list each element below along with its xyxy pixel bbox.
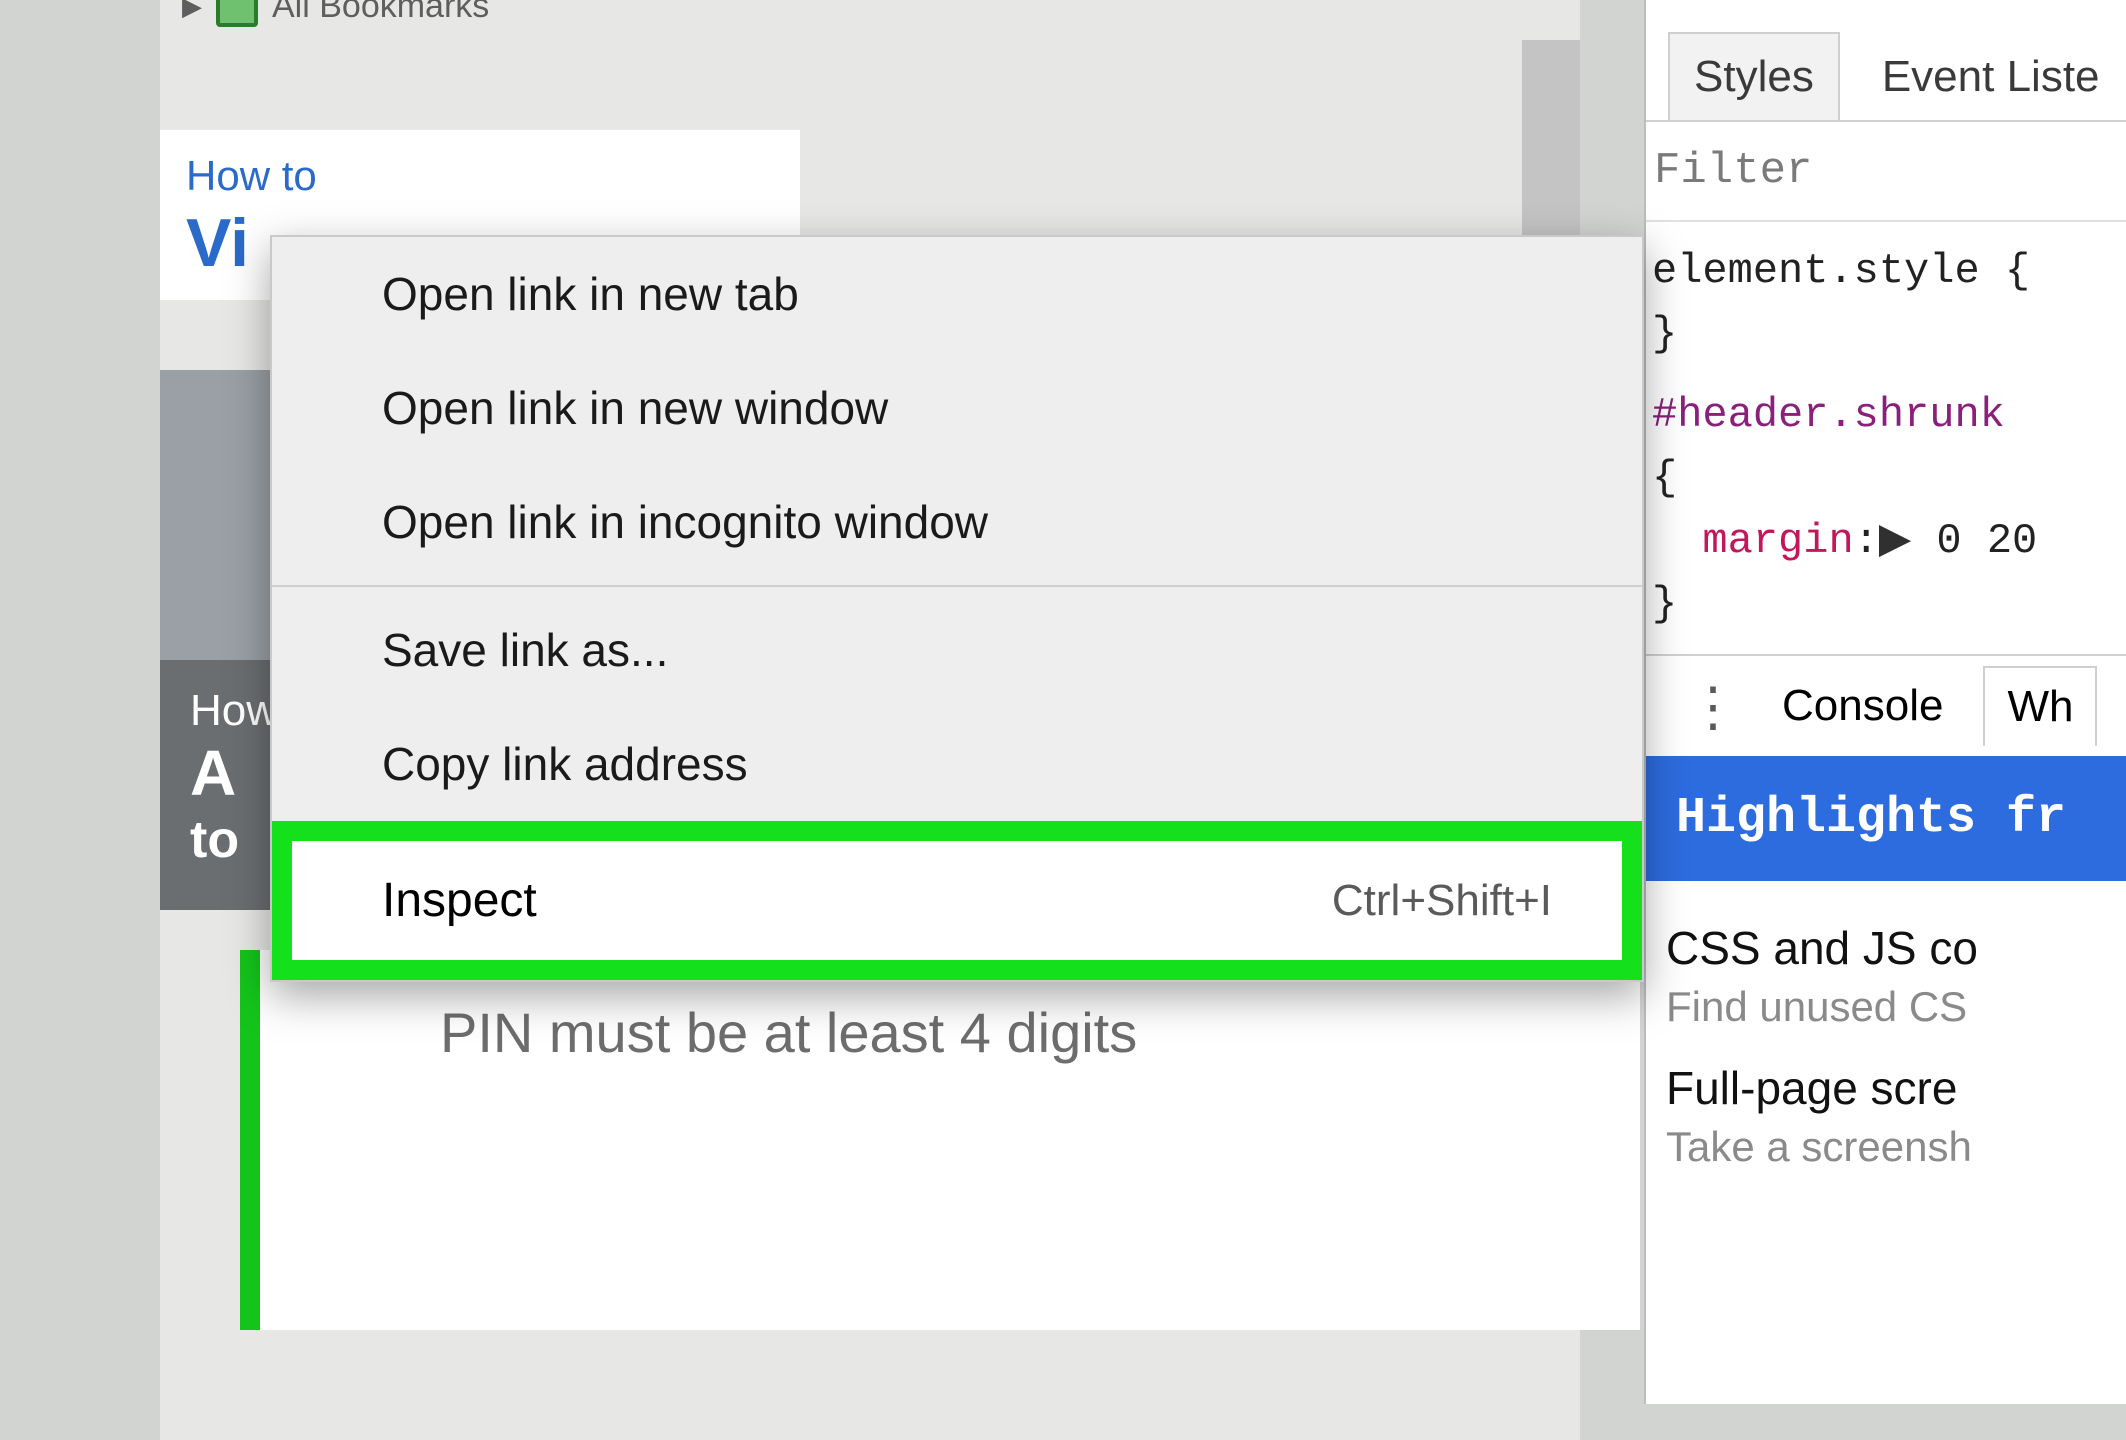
ctx-copy-link-address[interactable]: Copy link address xyxy=(272,707,1642,821)
bookmarks-bar: ▶ All Bookmarks xyxy=(160,0,822,36)
ctx-inspect[interactable]: Inspect Ctrl+Shift+I xyxy=(292,841,1622,960)
highlights-banner[interactable]: Highlights fr xyxy=(1646,756,2126,881)
ctx-save-link-as[interactable]: Save link as... xyxy=(272,593,1642,707)
ctx-open-new-window[interactable]: Open link in new window xyxy=(272,351,1642,465)
ctx-separator xyxy=(272,585,1642,587)
devtools-drawer: ⋮ Console Wh xyxy=(1646,654,2126,756)
css-rules: element.style { } #header.shrunk { margi… xyxy=(1646,222,2126,654)
css-line[interactable]: } xyxy=(1652,303,2120,366)
coverage-heading[interactable]: CSS and JS co xyxy=(1666,921,2106,975)
ctx-open-new-tab[interactable]: Open link in new tab xyxy=(272,237,1642,351)
kebab-icon[interactable]: ⋮ xyxy=(1686,675,1742,738)
screenshot-sub: Take a screensh xyxy=(1666,1123,2106,1171)
coverage-sub: Find unused CS xyxy=(1666,983,2106,1031)
bookmarks-all-label[interactable]: All Bookmarks xyxy=(272,0,489,26)
ctx-inspect-label: Inspect xyxy=(382,873,537,928)
css-selector[interactable]: #header.shrunk xyxy=(1652,391,2005,439)
ctx-open-incognito[interactable]: Open link in incognito window xyxy=(272,465,1642,579)
css-value[interactable]: 0 20 xyxy=(1936,517,2037,565)
chevron-right-icon: ▶ xyxy=(182,0,202,22)
devtools-tabs: Styles Event Liste xyxy=(1646,0,2126,122)
css-line[interactable]: } xyxy=(1652,573,2120,636)
styles-filter-input[interactable]: Filter xyxy=(1646,122,2126,222)
expand-icon[interactable]: ▶ xyxy=(1879,517,1911,565)
pin-hint-box: PIN must be at least 4 digits xyxy=(240,950,1640,1330)
ctx-highlight: Inspect Ctrl+Shift+I xyxy=(272,821,1642,980)
ctx-inspect-shortcut: Ctrl+Shift+I xyxy=(1332,876,1552,926)
article-eyebrow: How to xyxy=(186,152,774,200)
coverage-section: CSS and JS co Find unused CS Full-page s… xyxy=(1646,881,2126,1181)
bookmark-folder-icon xyxy=(216,0,258,27)
context-menu: Open link in new tab Open link in new wi… xyxy=(270,235,1644,982)
css-line[interactable]: element.style { xyxy=(1652,240,2120,303)
devtools-panel: Styles Event Liste Filter element.style … xyxy=(1644,0,2126,1404)
screenshot-heading[interactable]: Full-page scre xyxy=(1666,1061,2106,1115)
drawer-tab-console[interactable]: Console xyxy=(1782,681,1943,731)
drawer-tab-other[interactable]: Wh xyxy=(1983,666,2097,746)
css-line[interactable]: { xyxy=(1652,447,2120,510)
pin-hint-text: PIN must be at least 4 digits xyxy=(440,1000,1137,1065)
tab-event-listeners[interactable]: Event Liste xyxy=(1858,34,2124,120)
page-scrollbar[interactable] xyxy=(1522,40,1580,240)
css-prop[interactable]: margin xyxy=(1702,517,1853,565)
tab-styles[interactable]: Styles xyxy=(1668,32,1840,120)
